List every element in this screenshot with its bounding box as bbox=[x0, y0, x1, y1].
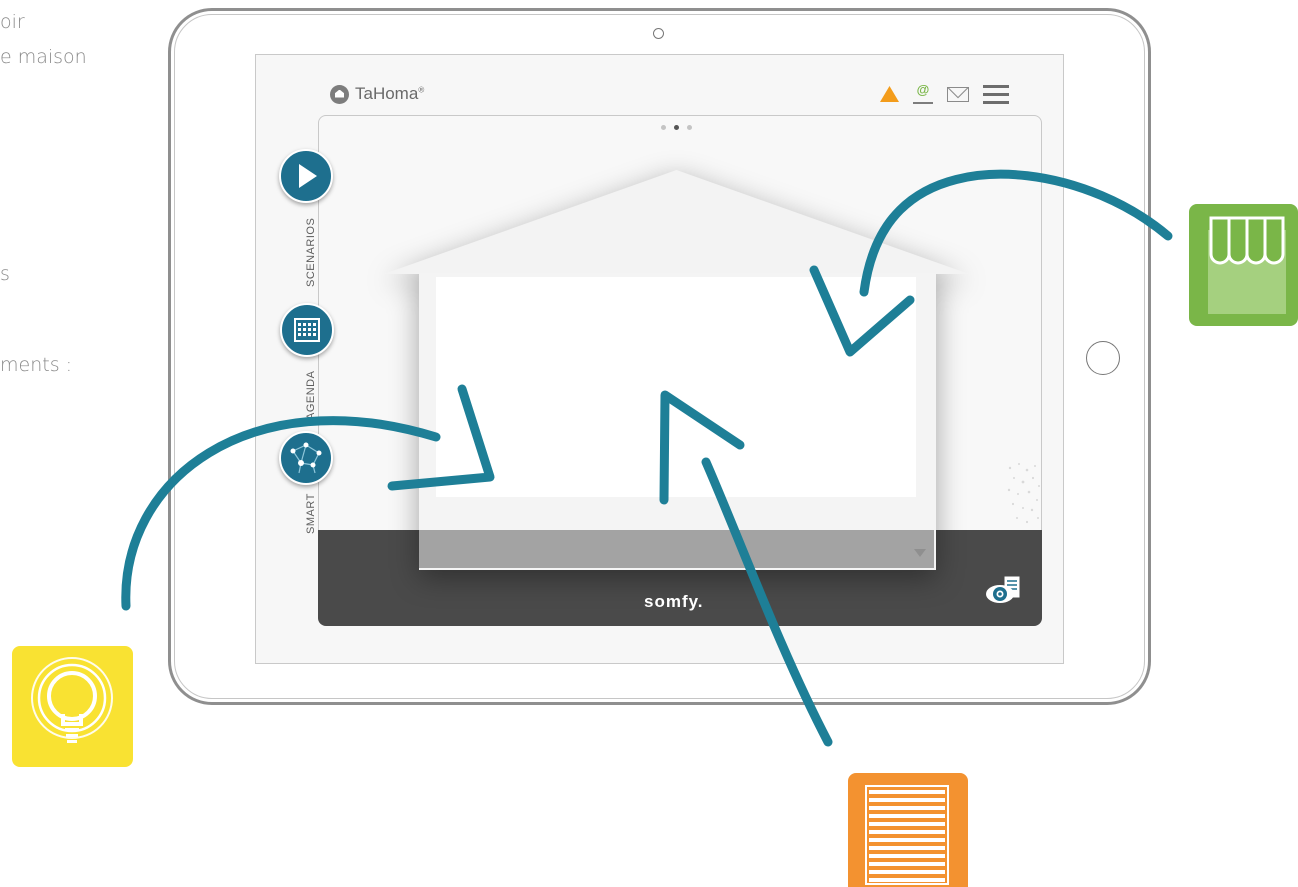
expand-down-icon[interactable] bbox=[914, 549, 926, 557]
mail-icon[interactable] bbox=[947, 86, 969, 102]
intro-text-line-3: s bbox=[0, 263, 10, 285]
house-floor bbox=[419, 530, 934, 568]
app-header: TaHoma® bbox=[330, 82, 424, 106]
nav-label-scenarios[interactable]: SCENARIOS bbox=[305, 218, 317, 287]
tahoma-logo-icon bbox=[330, 84, 349, 104]
intro-text-line-4: ments : bbox=[0, 354, 73, 376]
speckle-texture bbox=[1007, 463, 1040, 524]
smart-button[interactable] bbox=[279, 431, 333, 485]
lightbulb-icon bbox=[31, 657, 113, 743]
roller-shutter-icon bbox=[865, 785, 949, 885]
calendar-icon bbox=[294, 318, 320, 342]
awning-tile[interactable] bbox=[1189, 204, 1298, 326]
page-dot[interactable] bbox=[661, 125, 666, 130]
camera-icon bbox=[653, 28, 664, 39]
intro-text-line-2: e maison bbox=[0, 46, 87, 68]
page-dot-active[interactable] bbox=[674, 125, 679, 130]
header-toolbar: @ bbox=[880, 83, 1009, 104]
home-button[interactable] bbox=[1086, 341, 1120, 375]
connection-icon[interactable]: @ bbox=[913, 83, 933, 104]
shutter-tile[interactable] bbox=[848, 773, 968, 887]
house-roof bbox=[384, 170, 969, 274]
visibility-icon[interactable] bbox=[984, 574, 1024, 606]
warning-icon[interactable] bbox=[880, 86, 899, 102]
scenarios-button[interactable] bbox=[279, 149, 333, 203]
network-icon bbox=[290, 442, 322, 474]
lighting-tile[interactable] bbox=[12, 646, 133, 767]
page-indicator bbox=[661, 125, 692, 130]
somfy-logo: somfy. bbox=[644, 592, 704, 611]
page-dot[interactable] bbox=[687, 125, 692, 130]
play-icon bbox=[299, 164, 317, 188]
house-drop-zone[interactable] bbox=[436, 277, 916, 497]
menu-icon[interactable] bbox=[983, 84, 1009, 104]
nav-label-agenda[interactable]: AGENDA bbox=[305, 371, 317, 420]
app-name: TaHoma® bbox=[355, 84, 425, 103]
agenda-button[interactable] bbox=[280, 303, 334, 357]
nav-label-smart[interactable]: SMART bbox=[305, 493, 317, 534]
awning-icon bbox=[1208, 216, 1286, 314]
intro-text-line-1: oir bbox=[0, 11, 25, 33]
